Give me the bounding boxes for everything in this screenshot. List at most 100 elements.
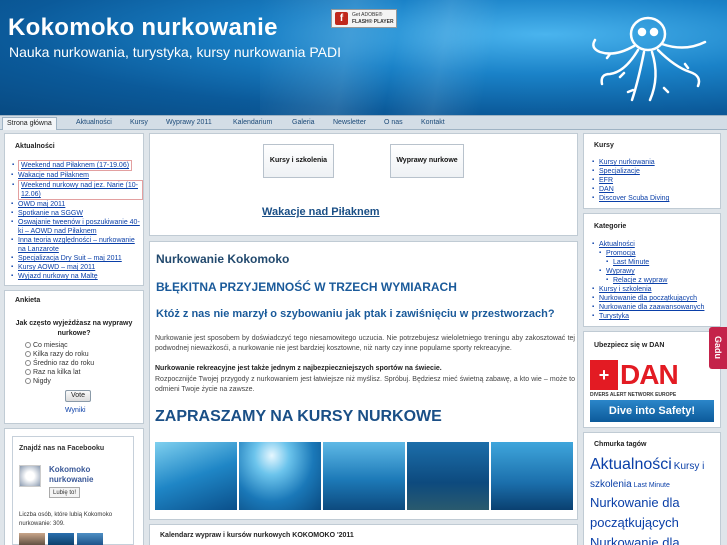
facebook-title: Znajdź nas na Facebooku bbox=[19, 445, 105, 452]
dan-title: Ubezpiecz się w DAN bbox=[594, 342, 665, 349]
news-item[interactable]: Oswajanie tweenów i poszukiwanie 40-ki –… bbox=[11, 218, 143, 236]
thumb-courses[interactable]: Kursy i szkolenia bbox=[263, 144, 334, 178]
article-question: Któż z nas nie marzył o szybowaniu jak p… bbox=[156, 308, 555, 320]
thumb-trips[interactable]: Wyprawy nurkowe bbox=[390, 144, 464, 178]
news-item[interactable]: Wakacje nad Piłaknem bbox=[11, 171, 143, 180]
categories-list: Aktualności Promocja Last Minute Wyprawy… bbox=[592, 240, 704, 321]
facebook-like-button[interactable]: Lubię to! bbox=[49, 487, 80, 498]
news-item[interactable]: Inna teoria względności – nurkowanie na … bbox=[11, 236, 143, 254]
course-link[interactable]: Discover Scuba Diving bbox=[592, 194, 669, 203]
poll-option[interactable]: Nigdy bbox=[25, 378, 51, 385]
fan-avatar[interactable] bbox=[77, 533, 103, 545]
article-paragraph: Nurkowanie jest sposobem by doświadczyć … bbox=[155, 335, 575, 352]
poll-results-link[interactable]: Wyniki bbox=[65, 407, 86, 414]
site-header: Kokomoko nurkowanie Nauka nurkowania, tu… bbox=[0, 0, 727, 115]
radio-icon[interactable] bbox=[25, 378, 31, 385]
poll-option[interactable]: Raz na kilka lat bbox=[25, 369, 80, 376]
courses-list: Kursy nurkowania Specjalizacje EFR DAN D… bbox=[592, 158, 669, 203]
dan-network-text: DIVERS ALERT NETWORK EUROPE bbox=[590, 392, 677, 398]
tag-link[interactable]: Aktualności bbox=[590, 456, 672, 473]
nav-calendar[interactable]: Kalendarium bbox=[233, 116, 272, 130]
fan-avatar[interactable] bbox=[19, 533, 45, 545]
facebook-page-name[interactable]: Kokomoko nurkowanie bbox=[49, 465, 133, 485]
radio-icon[interactable] bbox=[25, 369, 31, 376]
facebook-page-avatar[interactable] bbox=[19, 465, 41, 487]
nav-gallery[interactable]: Galeria bbox=[292, 116, 315, 130]
facebook-faces bbox=[19, 533, 103, 545]
courses-invite: ZAPRASZAMY NA KURSY NURKOWE bbox=[155, 408, 442, 425]
tag-link[interactable]: Last Minute bbox=[634, 482, 670, 489]
courses-box: Kursy Kursy nurkowania Specjalizacje EFR… bbox=[583, 133, 721, 209]
news-item[interactable]: Specjalizacja Dry Suit – maj 2011 bbox=[11, 254, 143, 263]
poll-title: Ankieta bbox=[15, 297, 41, 304]
poll-option[interactable]: Średnio raz do roku bbox=[25, 360, 94, 367]
fan-avatar[interactable] bbox=[48, 533, 74, 545]
tag-link[interactable]: Nurkowanie dla początkujących bbox=[590, 495, 680, 530]
article-heading: Nurkowanie Kokomoko bbox=[156, 252, 290, 266]
news-item[interactable]: Kursy AOWD – maj 2011 bbox=[11, 263, 143, 272]
nav-newsletter[interactable]: Newsletter bbox=[333, 116, 366, 130]
facebook-like-count: Liczba osób, które lubią Kokomoko nurkow… bbox=[19, 512, 113, 527]
radio-icon[interactable] bbox=[25, 342, 31, 349]
article-bold-paragraph: Nurkowanie rekreacyjne jest także jednym… bbox=[155, 365, 442, 372]
category-link[interactable]: Last Minute bbox=[592, 258, 704, 267]
diving-photo[interactable] bbox=[323, 442, 405, 510]
poll-option[interactable]: Kilka razy do roku bbox=[25, 351, 89, 358]
nav-courses[interactable]: Kursy bbox=[130, 116, 148, 130]
tag-link[interactable]: Nurkowanie dla bbox=[590, 535, 680, 545]
featured-box: Kursy i szkolenia Wyprawy nurkowe Wakacj… bbox=[149, 133, 578, 236]
course-link[interactable]: Kursy nurkowania bbox=[592, 158, 669, 167]
vote-button[interactable]: Vote bbox=[65, 390, 91, 402]
site-title[interactable]: Kokomoko nurkowanie bbox=[8, 14, 278, 42]
calendar-title: Kalendarz wypraw i kursów nurkowych KOKO… bbox=[160, 532, 354, 539]
category-link[interactable]: Wyprawy bbox=[592, 267, 704, 276]
dan-banner[interactable]: + DAN DIVERS ALERT NETWORK EUROPE Dive i… bbox=[590, 360, 714, 422]
category-link[interactable]: Nurkowanie dla zaawansowanych bbox=[592, 303, 704, 312]
radio-icon[interactable] bbox=[25, 351, 31, 358]
category-link[interactable]: Nurkowanie dla początkujących bbox=[592, 294, 704, 303]
category-link[interactable]: Promocja bbox=[592, 249, 704, 258]
news-item[interactable]: Spotkanie na SGGW bbox=[11, 209, 143, 218]
facebook-widget: Znajdź nas na Facebooku Kokomoko nurkowa… bbox=[12, 436, 134, 545]
nav-news[interactable]: Aktualności bbox=[76, 116, 112, 130]
nav-contact[interactable]: Kontakt bbox=[421, 116, 445, 130]
poll-option-label: Nigdy bbox=[33, 378, 51, 385]
news-box: Aktualności Weekend nad Piłaknem (17-19.… bbox=[4, 133, 144, 286]
course-link[interactable]: DAN bbox=[592, 185, 669, 194]
dan-slogan: Dive into Safety! bbox=[590, 400, 714, 422]
main-navigation: Strona główna Aktualności Kursy Wyprawy … bbox=[0, 115, 727, 130]
poll-question: Jak często wyjeżdżasz na wyprawy nurkowe… bbox=[15, 320, 133, 337]
dan-cross-icon: + bbox=[590, 360, 618, 390]
dan-logo-word: DAN bbox=[620, 359, 679, 390]
diving-photo[interactable] bbox=[491, 442, 573, 510]
poll-box: Ankieta Jak często wyjeżdżasz na wyprawy… bbox=[4, 290, 144, 424]
category-link[interactable]: Aktualności bbox=[592, 240, 704, 249]
flash-icon: f bbox=[335, 12, 348, 25]
nav-trips-2011[interactable]: Wyprawy 2011 bbox=[166, 116, 212, 130]
poll-option-label: Co miesiąc bbox=[33, 342, 68, 349]
category-link[interactable]: Relacje z wypraw bbox=[592, 276, 704, 285]
flash-player-badge[interactable]: f Get ADOBE® FLASH® PLAYER bbox=[331, 9, 397, 28]
nav-home[interactable]: Strona główna bbox=[2, 117, 57, 130]
article-paragraph: Rozpocznijće Twojej przygody z nurkowani… bbox=[155, 376, 575, 393]
course-link[interactable]: Specjalizacje bbox=[592, 167, 669, 176]
poll-option[interactable]: Co miesiąc bbox=[25, 342, 68, 349]
categories-title: Kategorie bbox=[594, 223, 627, 230]
summer-link[interactable]: Wakacje nad Piłaknem bbox=[262, 206, 380, 218]
news-item[interactable]: Weekend nad Piłaknem (17-19.06) bbox=[12, 160, 133, 171]
flash-badge-line1: Get ADOBE® bbox=[352, 12, 383, 18]
category-link[interactable]: Turystyka bbox=[592, 312, 704, 321]
category-link[interactable]: Kursy i szkolenia bbox=[592, 285, 704, 294]
diving-photo[interactable] bbox=[239, 442, 321, 510]
diving-photo[interactable] bbox=[407, 442, 489, 510]
news-item[interactable]: OWD maj 2011 bbox=[11, 200, 143, 209]
tag-cloud: Aktualności Kursy i szkolenia Last Minut… bbox=[590, 456, 718, 545]
course-link[interactable]: EFR bbox=[592, 176, 669, 185]
news-item[interactable]: Weekend nurkowy nad jez. Narie (10-12.06… bbox=[12, 180, 143, 200]
poll-option-label: Raz na kilka lat bbox=[33, 369, 81, 376]
radio-icon[interactable] bbox=[25, 360, 31, 367]
diving-photo[interactable] bbox=[155, 442, 237, 510]
nav-about[interactable]: O nas bbox=[384, 116, 403, 130]
news-item[interactable]: Wyjazd nurkowy na Maltę bbox=[11, 272, 143, 281]
gadu-side-tab[interactable]: Gadu bbox=[709, 327, 727, 369]
